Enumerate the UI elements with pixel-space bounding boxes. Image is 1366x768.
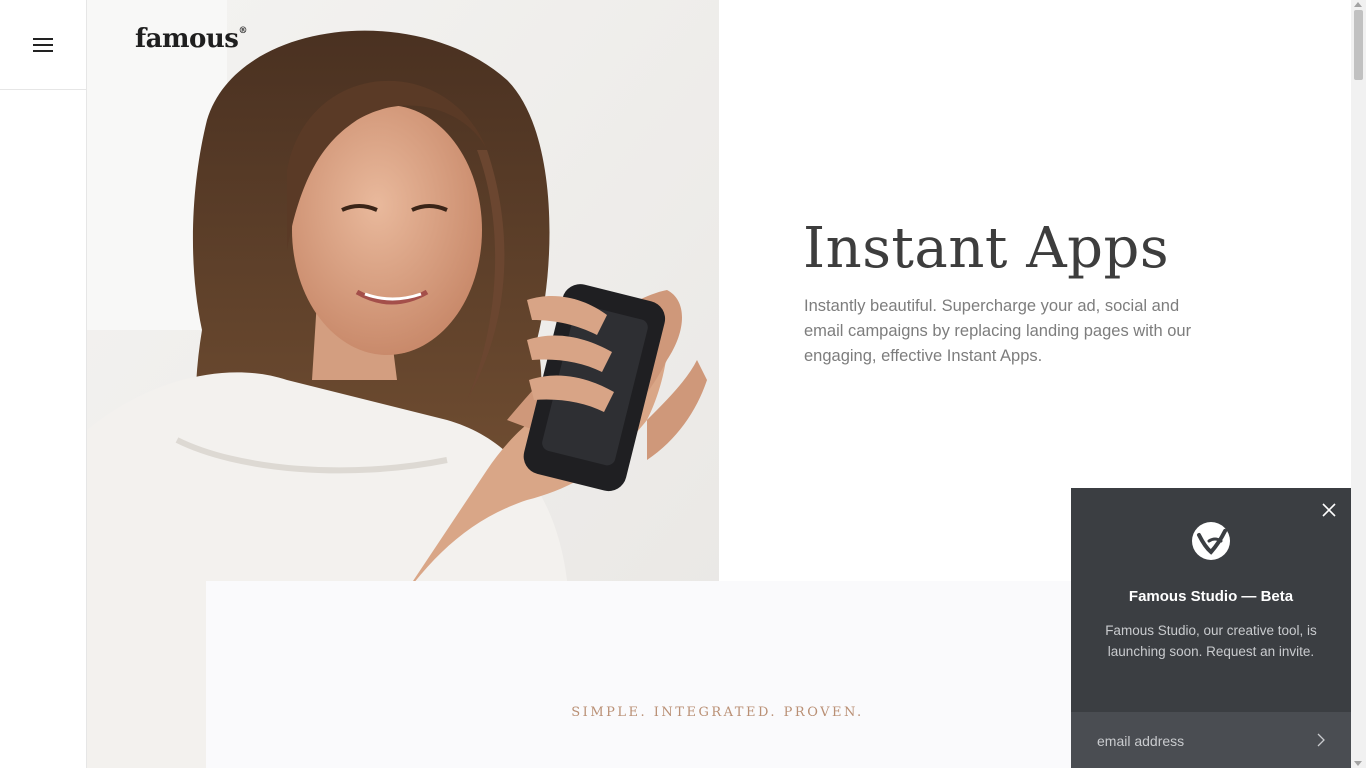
scroll-down-arrow-icon[interactable] [1354,761,1362,766]
chevron-right-icon[interactable] [1313,732,1329,748]
left-rail [0,0,87,768]
scroll-thumb[interactable] [1354,10,1363,80]
logo-mark: ® [238,26,247,36]
scrollbar[interactable] [1351,0,1366,768]
menu-area [0,0,86,90]
popup-title: Famous Studio — Beta [1128,588,1294,605]
scroll-up-arrow-icon[interactable] [1354,2,1362,7]
logo-text: famous [135,24,239,54]
studio-beta-popup: Famous Studio — Beta Famous Studio, our … [1071,488,1351,768]
email-form [1071,712,1351,768]
hero-description: Instantly beautiful. Supercharge your ad… [804,297,1192,365]
popup-description: Famous Studio, our creative tool, is lau… [1105,623,1317,659]
famous-logo[interactable]: famous® [135,24,247,54]
close-icon[interactable] [1321,502,1337,518]
email-input[interactable] [1095,728,1299,754]
hamburger-menu-icon[interactable] [33,38,53,52]
page-title: Instant Apps [803,216,1170,281]
famous-studio-logo-icon [1191,521,1231,561]
